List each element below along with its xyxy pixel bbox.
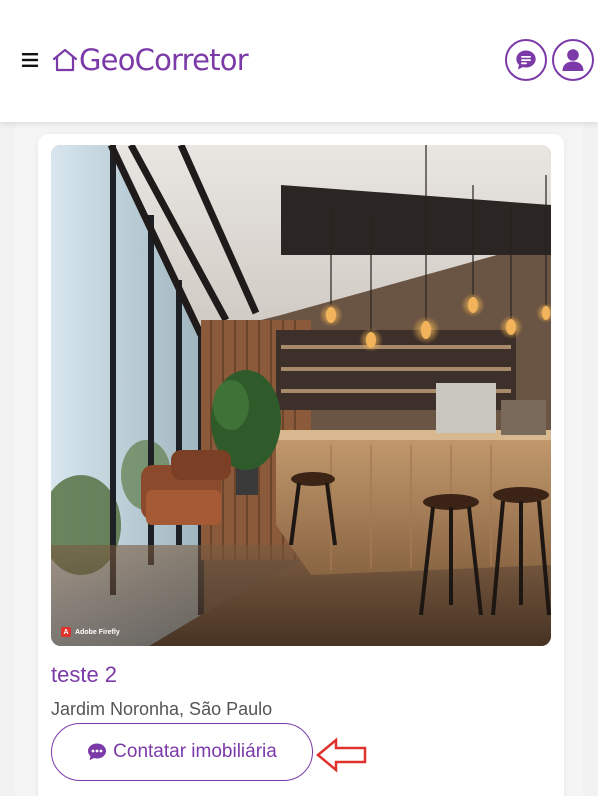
chat-bubble-icon [516,50,536,70]
messages-button[interactable] [505,39,547,81]
brand-logo[interactable]: GeoCorretor [52,40,249,80]
listing-feed[interactable]: A Adobe Firefly teste 2 Jardim Noronha, … [0,122,598,796]
image-credit-badge: A Adobe Firefly [61,627,120,637]
listing-location: Jardim Noronha, São Paulo [51,699,273,719]
house-logo-icon [52,48,78,72]
app-header: GeoCorretor [0,0,598,122]
user-profile-icon [562,49,584,71]
listing-photo[interactable]: A Adobe Firefly [51,145,551,646]
brand-name: GeoCorretor [79,43,249,77]
contact-agency-label: Contatar imobiliária [113,741,277,762]
profile-button[interactable] [552,39,594,81]
image-credit-text: Adobe Firefly [75,628,120,636]
contact-agency-button[interactable]: Contatar imobiliária [51,723,313,781]
cafe-interior-image [51,145,551,646]
listing-card[interactable]: A Adobe Firefly teste 2 Jardim Noronha, … [38,134,564,796]
adobe-logo-icon: A [61,627,71,637]
hamburger-menu-icon [22,53,38,67]
comment-dots-icon [88,743,107,761]
listing-title[interactable]: teste 2 [51,662,117,688]
menu-button[interactable] [14,44,46,76]
red-arrow-left-icon [316,737,367,773]
